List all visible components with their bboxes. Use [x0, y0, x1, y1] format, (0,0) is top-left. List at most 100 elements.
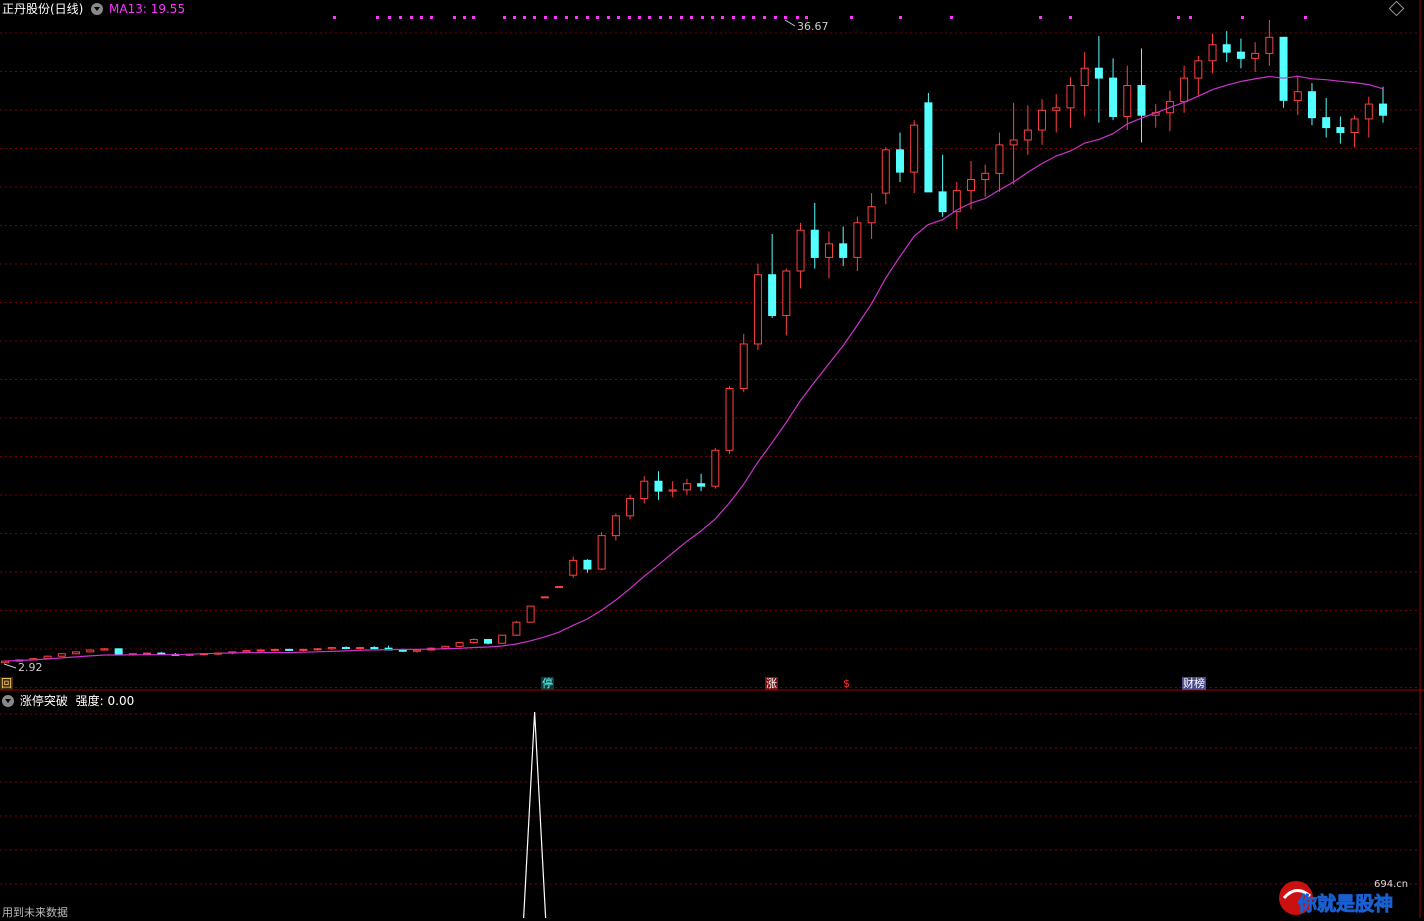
- signal-dot: [388, 16, 391, 19]
- candle: [270, 648, 279, 652]
- low-price-label: 2.92: [18, 661, 43, 674]
- candle: [540, 596, 549, 599]
- candle: [640, 476, 649, 504]
- indicator-line: [523, 711, 547, 918]
- candle: [682, 478, 691, 495]
- signal-dot: [430, 16, 433, 19]
- candle: [753, 263, 762, 351]
- signal-dot: [472, 16, 475, 19]
- signal-dot: [742, 16, 745, 19]
- signal-dot: [463, 16, 466, 19]
- watermark-text: 你就是股神: [1297, 892, 1393, 915]
- marker-halt[interactable]: 停: [541, 677, 554, 690]
- signal-dot: [1069, 16, 1072, 19]
- signal-dot: [784, 16, 787, 19]
- candle: [711, 447, 720, 489]
- candle: [1023, 105, 1032, 155]
- candle: [910, 120, 919, 194]
- candle: [626, 494, 635, 520]
- marker-limit-up[interactable]: 涨: [765, 677, 778, 690]
- candle: [1038, 99, 1047, 145]
- candle: [839, 226, 848, 267]
- indicator-header: 涨停突破 强度: 0.00: [2, 693, 134, 709]
- chevron-down-icon[interactable]: [2, 695, 14, 707]
- candle: [1350, 115, 1359, 148]
- candle: [512, 620, 521, 636]
- candle: [1080, 52, 1089, 117]
- candle: [768, 233, 777, 319]
- candle: [555, 586, 564, 589]
- signal-dot: [575, 16, 578, 19]
- candle: [853, 216, 862, 272]
- marker-return[interactable]: 回: [0, 677, 13, 690]
- signal-dot: [669, 16, 672, 19]
- candle: [1123, 65, 1132, 131]
- candle: [1336, 116, 1345, 144]
- signal-dot: [399, 16, 402, 19]
- candle: [1066, 76, 1075, 128]
- candle: [256, 649, 265, 652]
- candle: [1322, 97, 1331, 138]
- candle: [469, 638, 478, 644]
- signal-dot: [950, 16, 953, 19]
- candle: [1307, 83, 1316, 126]
- candle: [327, 646, 336, 651]
- candle: [824, 231, 833, 279]
- watermark-logo: 694.cn 你就是股神: [1279, 879, 1408, 915]
- watermark-site: 694.cn: [1374, 879, 1408, 890]
- candle: [498, 634, 507, 644]
- candle: [1109, 58, 1118, 121]
- candle: [1009, 102, 1018, 185]
- signal-dot: [523, 16, 526, 19]
- high-price-label: 36.67: [797, 20, 829, 33]
- signal-dot: [1304, 16, 1307, 19]
- candle: [739, 334, 748, 393]
- signal-dot: [732, 16, 735, 19]
- candle: [1293, 75, 1302, 116]
- chevron-down-icon[interactable]: [91, 3, 104, 15]
- indicator-name[interactable]: 涨停突破: [20, 694, 68, 708]
- candle: [938, 154, 947, 217]
- signal-dot: [680, 16, 683, 19]
- candles: [1, 20, 1387, 664]
- signal-dot: [1039, 16, 1042, 19]
- signal-dot: [453, 16, 456, 19]
- signal-dot: [659, 16, 662, 19]
- signal-dot: [503, 16, 506, 19]
- candle: [313, 648, 322, 651]
- signal-dot: [850, 16, 853, 19]
- low-annotation: 2.92: [3, 661, 43, 674]
- ma-value: MA13: 19.55: [109, 2, 186, 16]
- candle: [1137, 48, 1146, 143]
- candle: [995, 132, 1004, 192]
- signal-dot: [607, 16, 610, 19]
- candle: [583, 559, 592, 573]
- candlestick-chart[interactable]: 36.67 2.92: [0, 0, 1424, 918]
- candle: [1279, 36, 1288, 108]
- candle: [810, 203, 819, 269]
- candle: [1222, 31, 1231, 63]
- chart-header: 正丹股份(日线) MA13: 19.55: [2, 1, 185, 17]
- candle: [526, 605, 535, 623]
- signal-dot: [805, 16, 808, 19]
- signal-dot: [420, 16, 423, 19]
- stock-title[interactable]: 正丹股份(日线): [2, 2, 83, 16]
- candle: [157, 651, 166, 655]
- candle: [654, 471, 663, 500]
- candle: [782, 268, 791, 336]
- signal-dot: [796, 16, 799, 19]
- marker-dollar[interactable]: $: [842, 677, 851, 690]
- candle: [881, 147, 890, 205]
- signal-dot: [1189, 16, 1192, 19]
- signal-dot: [711, 16, 714, 19]
- ma13-line: [4, 75, 1384, 662]
- signal-dot: [376, 16, 379, 19]
- candle: [100, 648, 109, 651]
- signal-dot: [1241, 16, 1244, 19]
- signal-dot: [648, 16, 651, 19]
- signal-dot: [774, 16, 777, 19]
- signal-dot: [628, 16, 631, 19]
- candle: [1364, 96, 1373, 138]
- marker-finance-list[interactable]: 财榜: [1182, 677, 1206, 690]
- signal-dot: [333, 16, 336, 19]
